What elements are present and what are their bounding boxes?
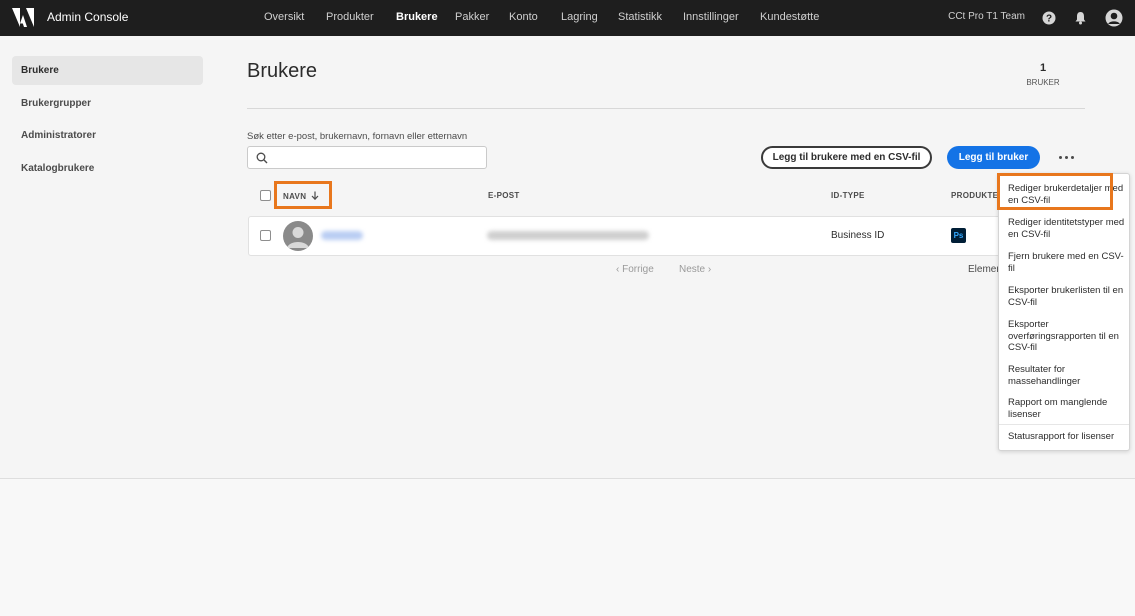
bell-icon[interactable] (1071, 9, 1089, 27)
nav-statistikk[interactable]: Statistikk (618, 11, 662, 23)
search-input[interactable] (274, 150, 479, 165)
column-header-products[interactable]: PRODUKTER (951, 191, 998, 200)
svg-text:?: ? (1046, 14, 1052, 25)
menu-item-bulk-operation-results[interactable]: Resultater for massehandlinger (1008, 364, 1126, 387)
org-switcher[interactable]: CCt Pro T1 Team (948, 11, 1025, 22)
menu-item-edit-identity-types-csv[interactable]: Rediger identitetstyper med en CSV-fil (1008, 217, 1126, 240)
user-email-redacted (487, 231, 649, 240)
menu-item-export-transfer-report-csv[interactable]: Eksporter overføringsrapporten til en CS… (1008, 319, 1126, 354)
footer-area (0, 479, 1135, 616)
user-avatar (283, 221, 313, 251)
select-all-checkbox[interactable] (260, 190, 271, 201)
chevron-right-icon: › (705, 264, 712, 275)
sidebar-item-brukere[interactable]: Brukere (12, 56, 203, 85)
row-checkbox[interactable] (260, 230, 271, 241)
next-page-label: Neste (679, 264, 706, 275)
nav-oversikt[interactable]: Oversikt (264, 11, 304, 23)
top-bar: Admin Console Oversikt Produkter Brukere… (0, 0, 1135, 36)
nav-kundestotte[interactable]: Kundestøtte (760, 11, 819, 23)
sort-down-arrow-icon (311, 191, 319, 201)
column-header-name[interactable]: NAVN (283, 191, 319, 201)
menu-separator (999, 424, 1129, 425)
menu-item-remove-users-csv[interactable]: Fjern brukere med en CSV-fil (1008, 251, 1126, 274)
nav-konto[interactable]: Konto (509, 11, 538, 23)
add-user-button[interactable]: Legg til bruker (947, 146, 1040, 169)
sidebar-item-katalogbrukere[interactable]: Katalogbrukere (12, 154, 203, 183)
nav-brukere[interactable]: Brukere (396, 11, 438, 23)
next-page-button[interactable]: Neste › (679, 264, 711, 275)
search-icon (256, 152, 268, 164)
photoshop-product-icon: Ps (951, 228, 966, 243)
column-name-label: NAVN (283, 192, 307, 201)
search-label: Søk etter e-post, brukernavn, fornavn el… (247, 131, 468, 142)
help-icon[interactable]: ? (1040, 9, 1058, 27)
user-count-label: BRUKER (1026, 78, 1060, 87)
user-id-type: Business ID (831, 230, 885, 241)
more-actions-menu: Rediger brukerdetaljer med en CSV-fil Re… (998, 173, 1130, 451)
menu-item-export-user-list-csv[interactable]: Eksporter brukerlisten til en CSV-fil (1008, 285, 1126, 308)
nav-produkter[interactable]: Produkter (326, 11, 374, 23)
user-name-redacted[interactable] (321, 231, 363, 240)
items-per-page-label: Elemen (968, 264, 1002, 275)
menu-item-highlight (997, 173, 1113, 210)
nav-innstillinger[interactable]: Innstillinger (683, 11, 739, 23)
sidebar-item-brukergrupper[interactable]: Brukergrupper (12, 89, 203, 118)
menu-item-missing-licenses-report[interactable]: Rapport om manglende lisenser (1008, 397, 1126, 420)
previous-page-button[interactable]: ‹ Forrige (616, 264, 654, 275)
column-header-id-type[interactable]: ID-TYPE (831, 191, 865, 200)
nav-pakker[interactable]: Pakker (455, 11, 489, 23)
sidebar-item-administratorer[interactable]: Administratorer (12, 121, 203, 150)
nav-lagring[interactable]: Lagring (561, 11, 598, 23)
profile-avatar-icon[interactable] (1104, 8, 1124, 28)
menu-item-license-status-report[interactable]: Statusrapport for lisenser (1008, 431, 1126, 443)
user-count: 1 BRUKER (1020, 62, 1066, 87)
sidebar: Brukere Brukergrupper Administratorer Ka… (0, 36, 215, 476)
user-count-value: 1 (1039, 62, 1047, 74)
column-header-email[interactable]: E-POST (488, 191, 520, 200)
page-title: Brukere (247, 60, 318, 82)
add-users-csv-button[interactable]: Legg til brukere med en CSV-fil (761, 146, 932, 169)
header-divider (247, 108, 1085, 109)
more-actions-icon[interactable] (1057, 150, 1077, 164)
search-field[interactable] (247, 146, 487, 169)
previous-page-label: Forrige (622, 264, 654, 275)
